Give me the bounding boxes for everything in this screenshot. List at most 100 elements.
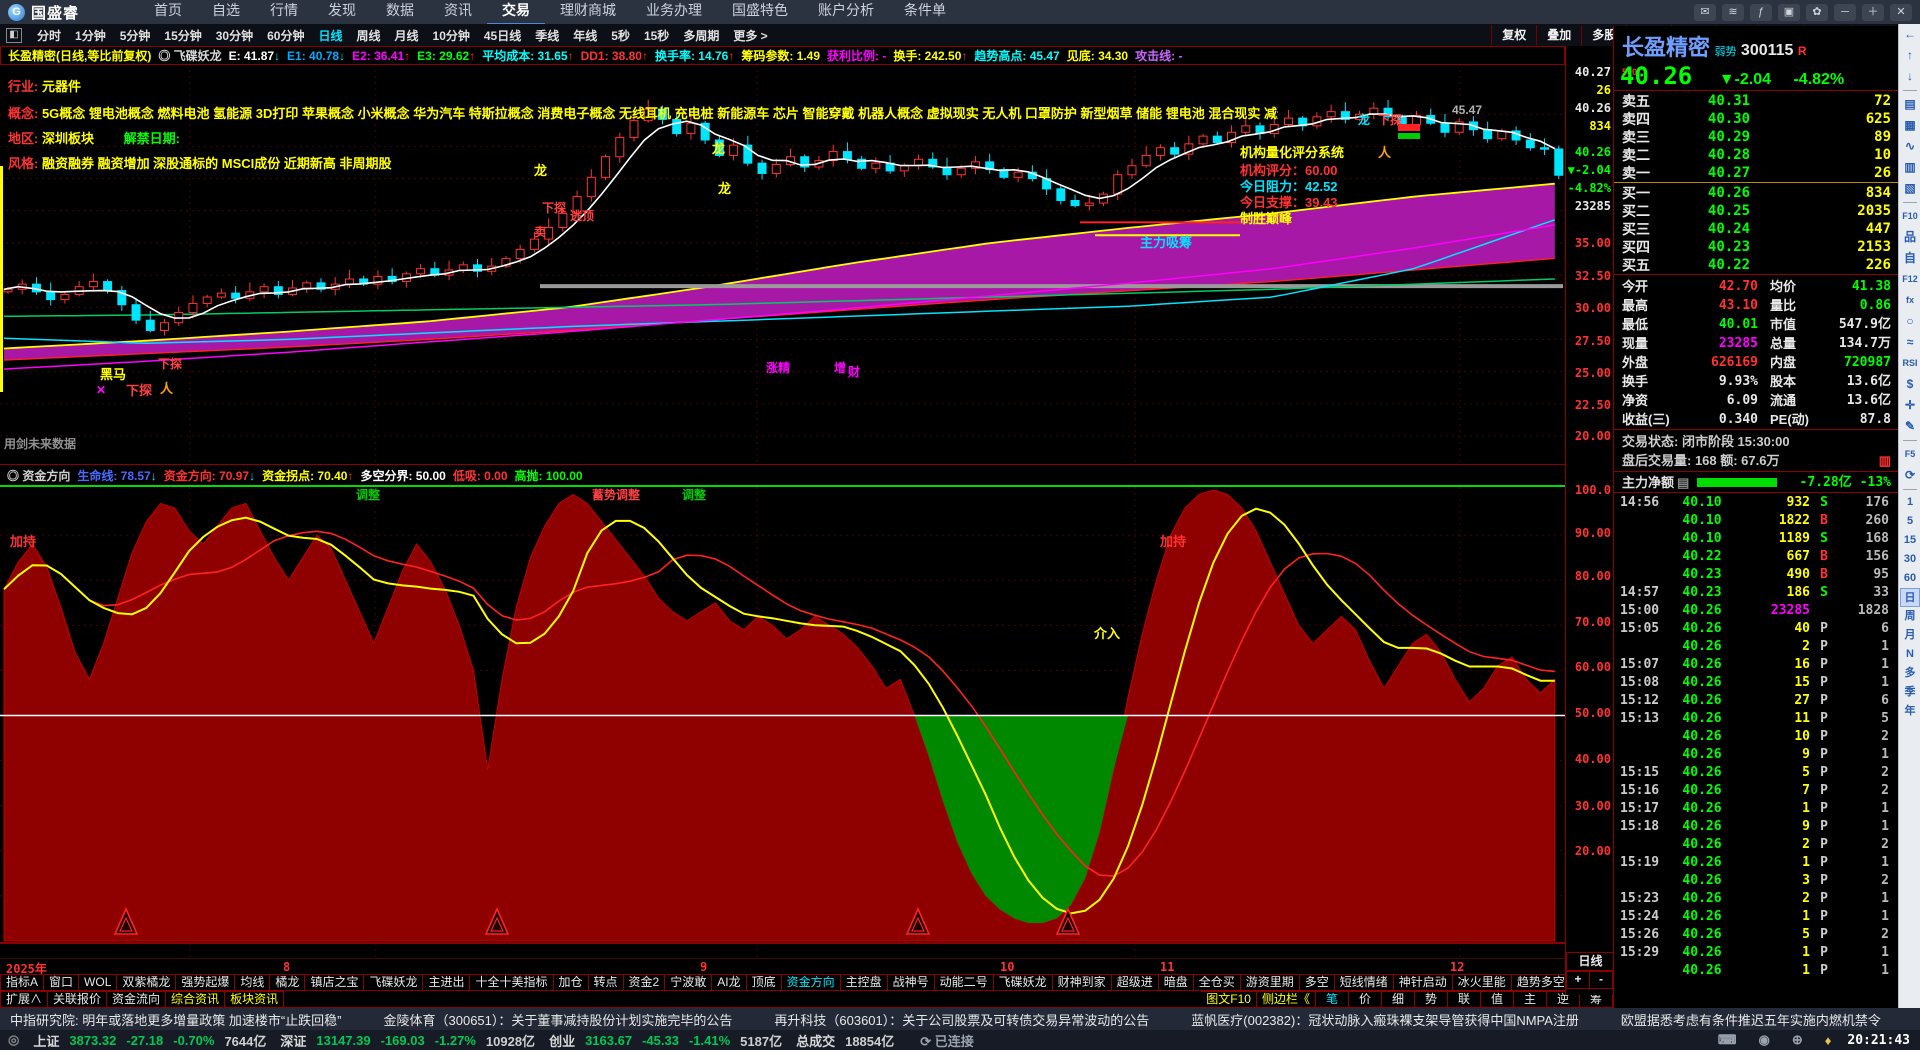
globe-icon[interactable]: ⊕ [1792, 1032, 1803, 1048]
menu-item-自选[interactable]: 自选 [197, 0, 255, 23]
multi-screen-icon[interactable]: ▣ [1778, 3, 1800, 21]
menu-item-资讯[interactable]: 资讯 [429, 0, 487, 23]
indicator-tab-指标A[interactable]: 指标A [0, 974, 45, 991]
bid-row[interactable]: 买一 40.26 834 [1614, 184, 1899, 202]
period-tab-60分钟[interactable]: 60分钟 [260, 27, 311, 44]
indicator-tab-超级进[interactable]: 超级进 [1111, 974, 1159, 991]
period-tab-周线[interactable]: 周线 [349, 27, 387, 44]
tick-tab-细[interactable]: 细 [1382, 991, 1415, 1008]
indicator-tab-顶底[interactable]: 顶底 [746, 974, 782, 991]
tick-tab-价[interactable]: 价 [1349, 991, 1382, 1008]
strip-period-日[interactable]: 日 [1900, 588, 1920, 607]
f5-icon[interactable]: F5 [1905, 444, 1916, 465]
mini-chart-icon[interactable]: ▥ [1879, 451, 1899, 470]
indicator-tab-冰火里能[interactable]: 冰火里能 [1452, 974, 1512, 991]
keyboard-icon[interactable]: ⌨ [1718, 1032, 1737, 1048]
indicator-tab-短线情绪[interactable]: 短线情绪 [1334, 974, 1394, 991]
close-icon[interactable]: ✕ [1890, 3, 1912, 21]
period-tab-年线[interactable]: 年线 [566, 27, 604, 44]
news-item[interactable]: 再升科技（603601）：关于公司股票及可转债交易异常波动的公告 [774, 1010, 1149, 1029]
strip-period-60[interactable]: 60 [1900, 569, 1920, 588]
ask-row[interactable]: 卖四 40.30 625 [1614, 110, 1899, 128]
news-item[interactable]: 中指研究院: 明年或落地更多增量政策 加速楼市“止跌回稳” [10, 1010, 342, 1029]
indicator-tab-主进出[interactable]: 主进出 [423, 974, 471, 991]
f12-icon[interactable]: F12 [1902, 269, 1918, 290]
period-tab-日线[interactable]: 日线 [311, 27, 349, 44]
period-tab-5分钟[interactable]: 5分钟 [113, 27, 158, 44]
period-tab-30分钟[interactable]: 30分钟 [209, 27, 260, 44]
ext-tab-关联报价[interactable]: 关联报价 [48, 991, 108, 1008]
side-tab-侧边栏《[interactable]: 侧边栏《 [1256, 991, 1316, 1008]
strip-period-月[interactable]: 月 [1900, 626, 1920, 645]
period-tab-分时[interactable]: 分时 [30, 27, 68, 44]
minimize-icon[interactable]: ─ [1834, 3, 1856, 21]
indicator-tab-AI龙[interactable]: AI龙 [712, 974, 747, 991]
skin-icon[interactable]: ✿ [1806, 3, 1828, 21]
wave-icon[interactable]: ≈ [1907, 332, 1914, 353]
money-icon[interactable]: $ [1907, 374, 1914, 395]
ask-row[interactable]: 卖三 40.29 89 [1614, 128, 1899, 146]
settings-sliders-icon[interactable]: ≋ [1722, 3, 1744, 21]
indicator-tab-十全十美指标[interactable]: 十全十美指标 [470, 974, 554, 991]
circle-icon[interactable]: ○ [1906, 311, 1913, 332]
indicator-tab-窗口[interactable]: 窗口 [44, 974, 80, 991]
period-tab-15秒[interactable]: 15秒 [637, 27, 676, 44]
strip-period-多[interactable]: 多 [1900, 664, 1920, 683]
bid-row[interactable]: 买二 40.25 2035 [1614, 202, 1899, 220]
news-ticker[interactable]: 中指研究院: 明年或落地更多增量政策 加速楼市“止跌回稳” 金陵体育（300651… [0, 1008, 1920, 1030]
ext-tab-扩展∧[interactable]: 扩展∧ [0, 991, 49, 1008]
style-icon[interactable]: ƒ [1750, 3, 1772, 21]
tree-icon[interactable]: 品 [1904, 227, 1916, 248]
ext-tab-资金流向[interactable]: 资金流向 [107, 991, 167, 1008]
strip-period-季[interactable]: 季 [1900, 683, 1920, 702]
zixuan-icon[interactable]: 自 [1904, 248, 1916, 269]
indicator-tab-WOL[interactable]: WOL [79, 974, 118, 991]
strip-period-年[interactable]: 年 [1900, 702, 1920, 721]
tool-复权[interactable]: 复权 [1491, 25, 1536, 45]
indicator-tab-多空[interactable]: 多空 [1299, 974, 1335, 991]
news-item[interactable]: 欧盟据悉考虑有条件推迟五年实施内燃机禁令 [1621, 1010, 1881, 1029]
bid-row[interactable]: 买四 40.23 2153 [1614, 238, 1899, 256]
news-item[interactable]: 金陵体育（300651）：关于董事减持股份计划实施完毕的公告 [384, 1010, 733, 1029]
down-arrow-icon[interactable]: ↓ [1907, 66, 1913, 87]
indicator-tab-神针启动[interactable]: 神针启动 [1393, 974, 1453, 991]
strip-period-5[interactable]: 5 [1900, 512, 1920, 531]
side-tab-图文F10[interactable]: 图文F10 [1201, 991, 1257, 1008]
table-icon[interactable]: ▦ [1904, 115, 1915, 136]
fx-icon[interactable]: fx [1906, 290, 1914, 311]
menu-item-条件单[interactable]: 条件单 [889, 0, 961, 23]
move-icon[interactable]: ✛ [1905, 395, 1915, 416]
menu-item-行情[interactable]: 行情 [255, 0, 313, 23]
menu-item-业务办理[interactable]: 业务办理 [631, 0, 717, 23]
report-icon[interactable]: ▤ [1904, 94, 1915, 115]
tool-叠加[interactable]: 叠加 [1536, 25, 1581, 45]
zoom-out-button[interactable]: - [1589, 971, 1613, 989]
bid-row[interactable]: 买三 40.24 447 [1614, 220, 1899, 238]
period-tab-15分钟[interactable]: 15分钟 [157, 27, 208, 44]
period-tab-月线[interactable]: 月线 [388, 27, 426, 44]
alarm-icon[interactable]: ♦ [1825, 1033, 1832, 1048]
megaphone-icon[interactable]: ◉ [1758, 1032, 1769, 1048]
message-icon[interactable]: ✉ [1694, 3, 1716, 21]
maximize-icon[interactable]: ＋ [1862, 3, 1884, 21]
layout-split-icon[interactable]: ◧ [6, 27, 22, 43]
ext-tab-板块资讯[interactable]: 板块资讯 [225, 991, 285, 1008]
strip-period-1[interactable]: 1 [1900, 493, 1920, 512]
menu-item-交易[interactable]: 交易 [487, 0, 546, 26]
indicator-tab-转点[interactable]: 转点 [588, 974, 624, 991]
indicator-tab-战神号[interactable]: 战神号 [887, 974, 935, 991]
kline-icon[interactable]: ▥ [1904, 157, 1915, 178]
menu-item-发现[interactable]: 发现 [313, 0, 371, 23]
menu-item-账户分析[interactable]: 账户分析 [803, 0, 889, 23]
strip-period-30[interactable]: 30 [1900, 550, 1920, 569]
trend-icon[interactable]: ∿ [1905, 136, 1915, 157]
kline-period-label[interactable]: 日线 [1566, 952, 1615, 971]
period-tab-更多 >[interactable]: 更多 > [726, 27, 774, 44]
strip-period-N[interactable]: N [1900, 645, 1920, 664]
indicator-tab-动能二号[interactable]: 动能二号 [934, 974, 994, 991]
indicator-tab-橘龙[interactable]: 橘龙 [270, 974, 306, 991]
indicator-tab-主控盘[interactable]: 主控盘 [840, 974, 888, 991]
bid-row[interactable]: 买五 40.22 226 [1614, 256, 1899, 274]
indicator-tab-飞碟妖龙[interactable]: 飞碟妖龙 [364, 974, 424, 991]
tick-tab-笔[interactable]: 笔 [1316, 991, 1349, 1008]
